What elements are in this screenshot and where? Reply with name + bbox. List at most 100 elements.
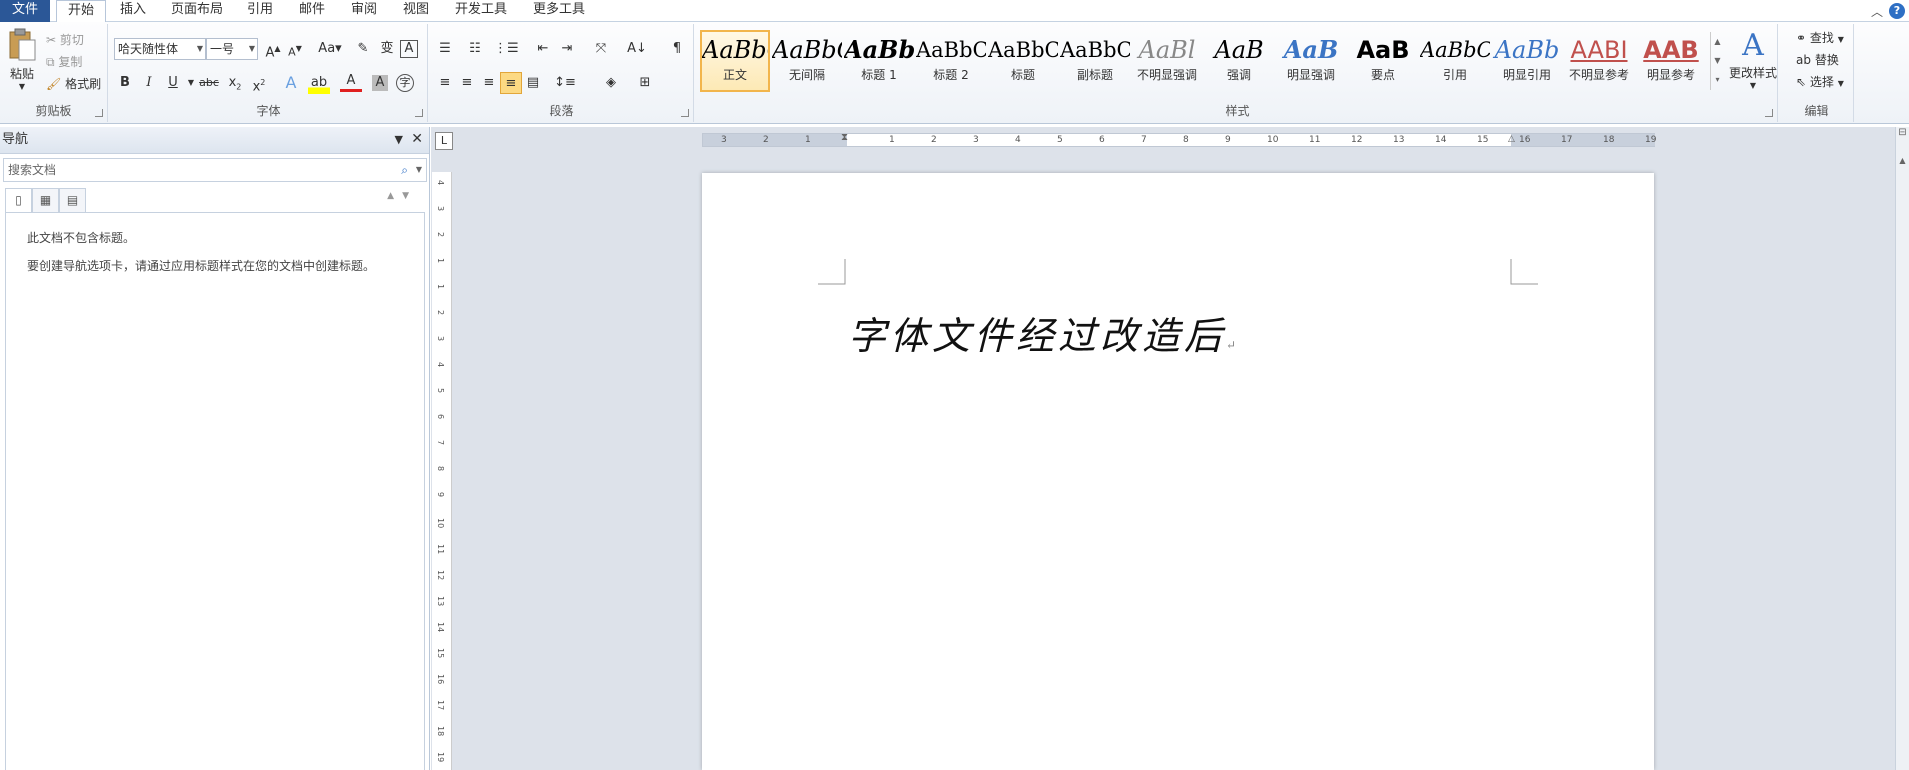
shrink-font-button[interactable]: A▼	[284, 38, 306, 60]
tab-file[interactable]: 文件	[0, 0, 50, 22]
character-border-icon[interactable]: A	[400, 40, 418, 58]
paragraph-launcher-icon[interactable]	[681, 109, 689, 117]
borders-icon[interactable]: ⊞	[634, 72, 656, 94]
increase-indent-icon[interactable]: ⇥	[556, 38, 578, 60]
results-tab-icon[interactable]: ▤	[59, 188, 86, 212]
tab-view[interactable]: 视图	[396, 0, 436, 22]
numbering-icon[interactable]: ☷	[464, 38, 486, 60]
style-heading-1[interactable]: AaBb( 标题 1	[844, 32, 914, 90]
select-button[interactable]: ⇖ 选择 ▼	[1796, 72, 1844, 92]
tab-page-layout[interactable]: 页面布局	[166, 0, 228, 22]
style-strong[interactable]: AaB 要点	[1348, 32, 1418, 90]
align-right-icon[interactable]: ≡	[478, 72, 500, 94]
vertical-scrollbar[interactable]: ⊟ ▲	[1895, 127, 1909, 770]
clear-format-icon[interactable]: ✎	[352, 38, 374, 60]
help-icon[interactable]: ?	[1889, 3, 1905, 19]
paste-button[interactable]: 粘贴 ▼	[4, 28, 40, 98]
cut-button[interactable]: ✂ 剪切	[46, 30, 84, 50]
tab-references[interactable]: 引用	[240, 0, 280, 22]
pane-options-icon[interactable]: ▼	[395, 127, 403, 152]
font-color-icon[interactable]: A	[340, 72, 362, 92]
format-painter-button[interactable]: 🖌 格式刷	[46, 74, 101, 94]
tab-developer[interactable]: 开发工具	[448, 0, 514, 22]
tab-insert[interactable]: 插入	[112, 0, 154, 22]
decrease-indent-icon[interactable]: ⇤	[532, 38, 554, 60]
document-page[interactable]	[702, 173, 1654, 770]
style-title[interactable]: AaBbC 标题	[988, 32, 1058, 90]
justify-icon[interactable]: ≡	[500, 72, 522, 94]
previous-icon[interactable]: ▲	[387, 191, 402, 201]
bold-button[interactable]: B	[114, 72, 136, 94]
italic-button[interactable]: I	[138, 72, 160, 94]
ruler-number: 6	[436, 414, 445, 420]
tab-more-tools[interactable]: 更多工具	[526, 0, 592, 22]
style-heading-2[interactable]: AaBbC 标题 2	[916, 32, 986, 90]
scroll-up-icon[interactable]: ▲	[1896, 156, 1909, 165]
style-subtitle[interactable]: AaBbC 副标题	[1060, 32, 1130, 90]
style-intense-emphasis[interactable]: AaB 明显强调	[1276, 32, 1346, 90]
ruler-number: 4	[436, 362, 445, 368]
font-launcher-icon[interactable]	[415, 109, 423, 117]
change-styles-button[interactable]: A 更改样式 ▼	[1728, 28, 1778, 98]
character-shading-icon[interactable]: A	[372, 75, 388, 91]
clipboard-launcher-icon[interactable]	[95, 109, 103, 117]
align-center-icon[interactable]: ≡	[456, 72, 478, 94]
style-preview: AaBbC	[1420, 38, 1490, 62]
paste-dropdown-icon[interactable]: ▼	[4, 82, 40, 91]
document-text[interactable]: 字体文件经过改造后↵	[848, 305, 1240, 360]
tab-home[interactable]: 开始	[56, 0, 106, 23]
bullets-icon[interactable]: ☰	[434, 38, 456, 60]
font-size-select[interactable]: 一号 ▼	[206, 38, 258, 60]
sort-icon[interactable]: A↓	[626, 38, 648, 60]
styles-scroll[interactable]: ▲ ▼ ▾	[1710, 32, 1724, 90]
horizontal-ruler[interactable]: 3 2 1 1 2 3 4 5 6 7 8 9 10 11 12 13 14 15 16 17 18 19 ⧗ △	[702, 132, 1656, 147]
style-subtle-emphasis[interactable]: AaBl 不明显强调	[1132, 32, 1202, 90]
highlight-icon[interactable]: ab	[308, 72, 330, 94]
style-intense-reference[interactable]: AAB 明显参考	[1636, 32, 1706, 90]
search-document-input[interactable]: 搜索文档 ⌕ ▼	[3, 158, 427, 182]
align-left-icon[interactable]: ≡	[434, 72, 456, 94]
line-spacing-icon[interactable]: ↕≡	[554, 72, 576, 94]
style-emphasis[interactable]: AaB 强调	[1204, 32, 1274, 90]
distributed-icon[interactable]: ▤	[522, 72, 544, 94]
indent-marker-icon[interactable]: ⧗	[841, 132, 848, 143]
styles-launcher-icon[interactable]	[1765, 109, 1773, 117]
change-case-button[interactable]: Aa▾	[316, 38, 344, 60]
right-indent-marker-icon[interactable]: △	[1508, 134, 1515, 144]
font-name-select[interactable]: 哈天随性体 ▼	[114, 38, 206, 60]
show-marks-icon[interactable]: ¶	[666, 38, 688, 60]
ruler-number: 5	[1057, 135, 1063, 145]
copy-button[interactable]: ⧉ 复制	[46, 52, 82, 72]
ruler-number: 14	[1435, 135, 1447, 145]
vertical-ruler[interactable]: 4 3 2 1 1 2 3 4 5 6 7 8 9 10 11 12 13 14 15 16 17 18 19	[432, 172, 452, 770]
enclosed-character-icon[interactable]: 字	[396, 74, 414, 92]
search-icon[interactable]: ⌕	[401, 159, 408, 181]
tab-review[interactable]: 审阅	[344, 0, 384, 22]
phonetic-guide-icon[interactable]: 变	[376, 38, 398, 60]
chinese-layout-icon[interactable]: ⤧	[590, 38, 612, 60]
headings-tab-icon[interactable]: ▯	[5, 188, 32, 212]
style-normal[interactable]: AaBbCc 正文	[700, 30, 770, 92]
chevron-down-icon[interactable]: ▼	[416, 159, 422, 181]
replace-button[interactable]: ab 替换	[1796, 50, 1839, 70]
tab-selector[interactable]: L	[435, 132, 453, 150]
next-icon[interactable]: ▼	[402, 191, 417, 201]
find-button[interactable]: ⚭ 查找 ▼	[1796, 28, 1844, 48]
style-subtle-reference[interactable]: AABI 不明显参考	[1564, 32, 1634, 90]
subscript-button[interactable]: x2	[224, 72, 246, 94]
text-effects-icon[interactable]: A	[280, 72, 302, 94]
close-icon[interactable]: ✕	[411, 127, 423, 152]
tab-mailings[interactable]: 邮件	[292, 0, 332, 22]
style-intense-quote[interactable]: AaBb 明显引用	[1492, 32, 1562, 90]
pages-tab-icon[interactable]: ▦	[32, 188, 59, 212]
collapse-ribbon-icon[interactable]: ︿	[1871, 3, 1883, 20]
chevron-down-icon: ▼	[1837, 35, 1844, 44]
grow-font-button[interactable]: A▲	[262, 38, 284, 60]
strikethrough-button[interactable]: abc	[198, 72, 220, 94]
style-no-spacing[interactable]: AaBbCc 无间隔	[772, 32, 842, 90]
shading-icon[interactable]: ◈	[600, 72, 622, 94]
style-quote[interactable]: AaBbC 引用	[1420, 32, 1490, 90]
ruler-toggle-icon[interactable]: ⊟	[1896, 127, 1909, 138]
superscript-button[interactable]: x2	[248, 72, 270, 94]
multilevel-list-icon[interactable]: ⋮☰	[494, 38, 519, 60]
